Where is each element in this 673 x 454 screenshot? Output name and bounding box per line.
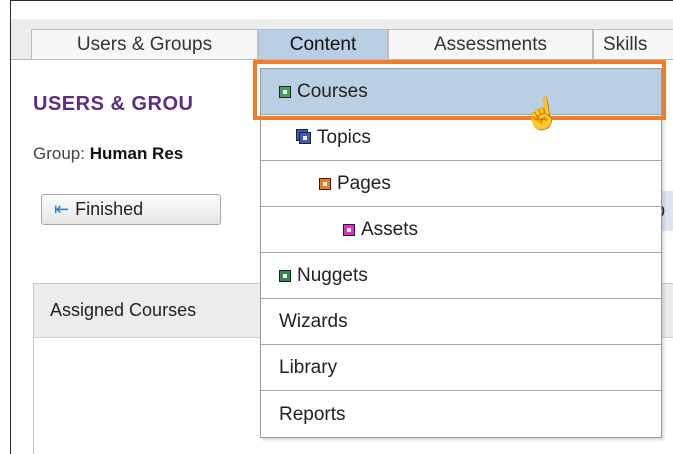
- menu-item-library[interactable]: Library: [261, 345, 661, 391]
- main-tab-bar: Users & Groups Content Assessments Skill…: [11, 19, 673, 60]
- menu-item-label: Pages: [337, 173, 391, 194]
- menu-item-topics[interactable]: Topics: [261, 115, 661, 161]
- asset-icon: [343, 223, 355, 236]
- menu-item-label: Nuggets: [297, 265, 368, 286]
- page-title: USERS & GROU: [33, 93, 194, 115]
- page-icon: [319, 177, 331, 190]
- content-dropdown-menu: Courses Topics Pages Assets Nuggets Wiza…: [260, 68, 662, 438]
- finished-button-label: Finished: [75, 199, 144, 219]
- nugget-icon: [279, 269, 291, 282]
- menu-item-label: Topics: [317, 127, 371, 148]
- back-arrow-icon: ⇤: [54, 199, 70, 219]
- topic-icon: [299, 131, 311, 144]
- menu-item-label: Assets: [361, 219, 419, 240]
- group-name: Human Res: [89, 144, 184, 163]
- menu-item-reports[interactable]: Reports: [261, 391, 661, 437]
- menu-item-label: Library: [279, 357, 338, 378]
- finished-button[interactable]: ⇤ Finished: [41, 194, 221, 225]
- tab-users-groups[interactable]: Users & Groups: [31, 29, 258, 59]
- tab-content[interactable]: Content: [258, 29, 388, 59]
- menu-item-assets[interactable]: Assets: [261, 207, 661, 253]
- group-label: Group:: [33, 144, 85, 163]
- menu-item-label: Wizards: [279, 311, 348, 332]
- menu-item-wizards[interactable]: Wizards: [261, 299, 661, 345]
- menu-item-label: Courses: [297, 81, 368, 102]
- tab-skills[interactable]: Skills: [593, 29, 673, 59]
- menu-item-courses[interactable]: Courses: [261, 69, 661, 115]
- group-info: Group: Human Res: [33, 144, 183, 164]
- course-icon: [279, 85, 291, 98]
- tab-assessments[interactable]: Assessments: [388, 29, 593, 59]
- menu-item-label: Reports: [279, 403, 346, 425]
- app-frame: Users & Groups Content Assessments Skill…: [10, 0, 673, 454]
- menu-item-pages[interactable]: Pages: [261, 161, 661, 207]
- menu-item-nuggets[interactable]: Nuggets: [261, 253, 661, 299]
